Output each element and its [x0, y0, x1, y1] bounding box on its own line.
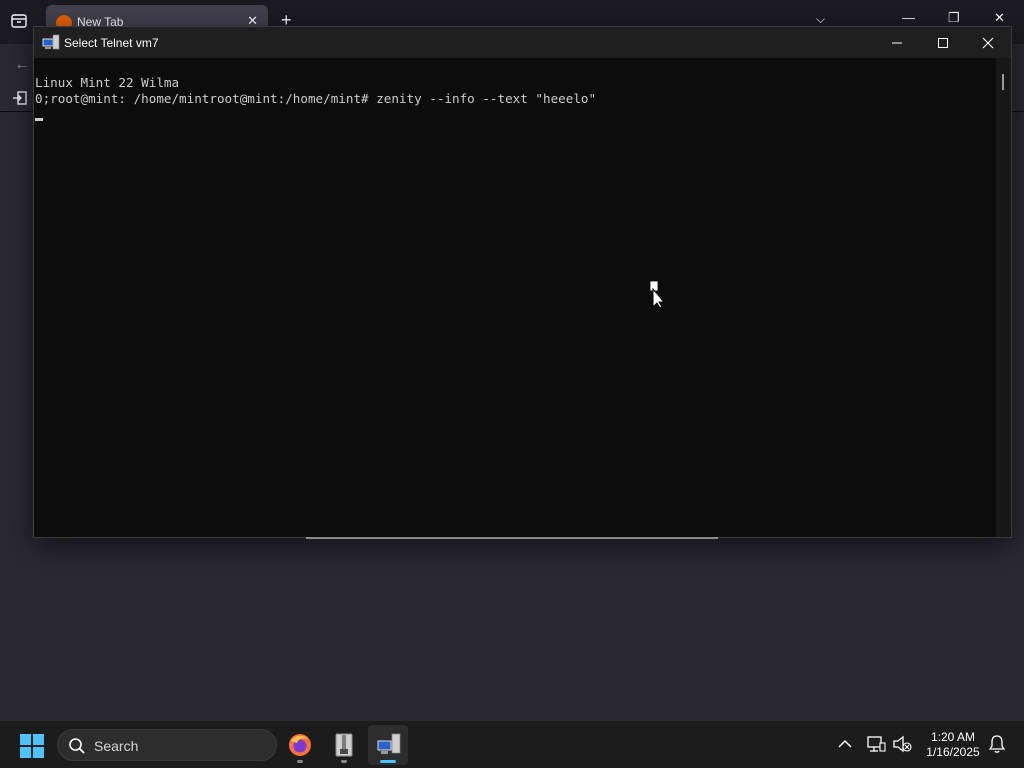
tab-list-icon[interactable] [10, 12, 28, 30]
app-running-indicator [341, 760, 347, 763]
volume-muted-icon[interactable] [892, 734, 912, 754]
restore-icon[interactable]: ❐ [948, 10, 960, 26]
search-icon [69, 738, 85, 754]
close-icon[interactable]: ✕ [994, 10, 1005, 26]
search-label: Search [94, 738, 139, 754]
terminal-cursor [35, 118, 43, 121]
telnet-window: Select Telnet vm7 Linux Mint 22 Wilma 0;… [33, 26, 1012, 539]
minimize-icon[interactable]: — [902, 10, 915, 25]
minimize-button[interactable] [874, 27, 920, 58]
taskbar-search-box[interactable]: Search [57, 729, 277, 761]
horizontal-scrollbar-thumb[interactable] [306, 537, 718, 539]
mouse-pointer-icon [650, 281, 666, 309]
taskbar-app-firefox[interactable] [280, 725, 320, 765]
taskbar-clock[interactable]: 1:20 AM 1/16/2025 [918, 730, 988, 760]
back-arrow-icon[interactable]: ← [14, 56, 30, 74]
notification-bell-icon[interactable] [987, 734, 1007, 754]
close-icon [982, 37, 994, 48]
network-icon[interactable] [866, 734, 886, 754]
windows-start-icon[interactable] [20, 734, 44, 758]
clock-time: 1:20 AM [930, 730, 976, 744]
sign-in-icon[interactable] [12, 90, 28, 106]
chevron-down-icon[interactable]: ⌵ [816, 12, 825, 27]
app-active-indicator [380, 760, 396, 763]
taskbar-app-archive[interactable] [324, 725, 364, 765]
taskbar-app-telnet[interactable] [368, 725, 408, 765]
taskbar: Search 1:20 AM 1/16/2025 [0, 720, 1024, 768]
clock-date: 1/16/2025 [926, 745, 980, 759]
chevron-up-icon[interactable] [835, 734, 855, 754]
telnet-titlebar[interactable]: Select Telnet vm7 [34, 27, 1011, 58]
telnet-app-icon [42, 34, 60, 50]
app-running-indicator [297, 760, 303, 763]
terminal-line-command: 0;root@mint: /home/mintroot@mint:/home/m… [35, 91, 597, 106]
telnet-window-title: Select Telnet vm7 [64, 36, 159, 50]
vertical-scrollbar[interactable] [996, 58, 1011, 537]
terminal-output[interactable]: Linux Mint 22 Wilma 0;root@mint: /home/m… [34, 58, 996, 537]
telnet-icon [377, 733, 401, 754]
maximize-icon [938, 37, 948, 48]
archive-icon [335, 733, 353, 757]
maximize-button[interactable] [920, 27, 966, 58]
vertical-scrollbar-thumb[interactable] [1002, 74, 1004, 90]
close-button[interactable] [965, 27, 1011, 58]
minimize-icon [892, 42, 902, 43]
firefox-icon [289, 734, 311, 756]
terminal-line-banner: Linux Mint 22 Wilma [35, 75, 180, 90]
